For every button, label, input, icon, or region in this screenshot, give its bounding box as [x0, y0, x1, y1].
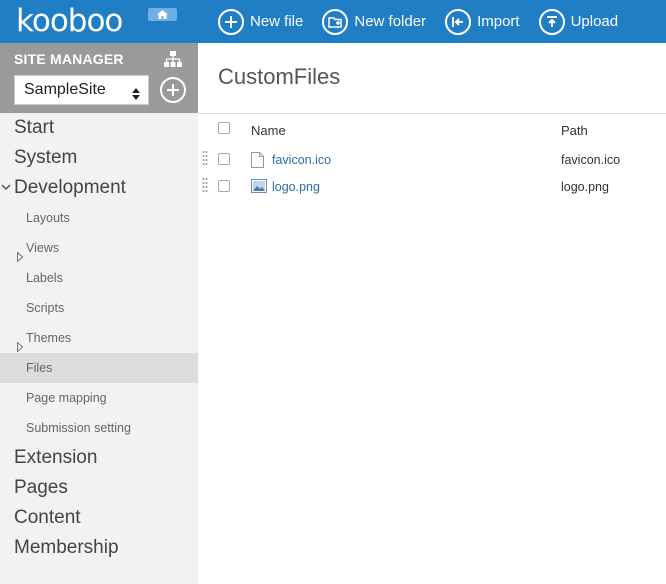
plus-circle-icon	[218, 8, 244, 35]
toolbar: New file New folder Import Upload	[218, 0, 637, 43]
new-folder-button[interactable]: New folder	[322, 8, 427, 35]
top-bar: kooboo New file New folder Import Upload	[0, 0, 666, 43]
sidebar-item-views-label: Views	[26, 241, 60, 255]
home-button[interactable]	[148, 8, 177, 21]
import-button[interactable]: Import	[445, 8, 520, 35]
row-checkbox[interactable]	[218, 153, 230, 165]
file-path: logo.png	[561, 180, 609, 194]
row-checkbox[interactable]	[218, 180, 230, 192]
site-manager-title: SITE MANAGER	[14, 51, 124, 67]
sidebar: SITE MANAGER SampleSite Start System Dev…	[0, 43, 198, 584]
sitemap-icon[interactable]	[164, 51, 182, 72]
plus-icon	[167, 84, 179, 96]
new-file-label: New file	[250, 13, 304, 30]
file-icon	[251, 152, 264, 173]
sidebar-item-labels[interactable]: Labels	[0, 263, 198, 293]
sidebar-item-start[interactable]: Start	[0, 113, 198, 143]
site-select[interactable]: SampleSite	[14, 75, 149, 105]
table-row[interactable]: favicon.ico favicon.ico	[198, 146, 666, 173]
import-icon	[445, 8, 472, 35]
upload-label: Upload	[570, 13, 619, 30]
file-name-link[interactable]: logo.png	[272, 180, 320, 194]
page-title: CustomFiles	[218, 64, 341, 89]
image-icon	[251, 179, 267, 198]
sidebar-item-themes[interactable]: Themes	[0, 323, 198, 353]
upload-button[interactable]: Upload	[538, 8, 619, 35]
sidebar-item-views[interactable]: Views	[0, 233, 198, 263]
folder-plus-icon	[322, 8, 349, 35]
sidebar-item-development[interactable]: Development	[0, 173, 198, 203]
new-file-button[interactable]: New file	[218, 8, 304, 35]
site-manager-header: SITE MANAGER SampleSite	[0, 43, 198, 113]
sidebar-item-scripts[interactable]: Scripts	[0, 293, 198, 323]
import-label: Import	[477, 13, 520, 30]
select-all-checkbox[interactable]	[218, 122, 230, 134]
site-select-value: SampleSite	[24, 81, 106, 98]
select-arrows-icon	[132, 83, 140, 111]
file-name-link[interactable]: favicon.ico	[272, 153, 331, 167]
kooboo-logo[interactable]: kooboo	[16, 4, 123, 38]
sidebar-item-development-label: Development	[14, 177, 126, 198]
upload-icon	[538, 8, 565, 35]
sidebar-item-membership[interactable]: Membership	[0, 533, 198, 563]
file-path: favicon.ico	[561, 153, 621, 167]
sidebar-item-pages[interactable]: Pages	[0, 473, 198, 503]
column-header-name[interactable]: Name	[251, 123, 286, 138]
sidebar-item-extension[interactable]: Extension	[0, 443, 198, 473]
header-divider	[198, 113, 666, 114]
new-folder-label: New folder	[354, 13, 427, 30]
home-icon	[157, 10, 168, 19]
sidebar-item-system[interactable]: System	[0, 143, 198, 173]
sidebar-item-content[interactable]: Content	[0, 503, 198, 533]
sidebar-nav: Start System Development Layouts Views L…	[0, 113, 198, 563]
column-header-path[interactable]: Path	[561, 123, 588, 138]
sidebar-item-submission-setting[interactable]: Submission setting	[0, 413, 198, 443]
sidebar-item-themes-label: Themes	[26, 331, 72, 345]
sidebar-item-files[interactable]: Files	[0, 353, 198, 383]
sidebar-item-layouts[interactable]: Layouts	[0, 203, 198, 233]
sidebar-item-page-mapping[interactable]: Page mapping	[0, 383, 198, 413]
add-site-button[interactable]	[160, 77, 186, 103]
table-row[interactable]: logo.png logo.png	[198, 173, 666, 200]
drag-handle-icon[interactable]	[202, 150, 208, 173]
drag-handle-icon[interactable]	[202, 177, 208, 200]
